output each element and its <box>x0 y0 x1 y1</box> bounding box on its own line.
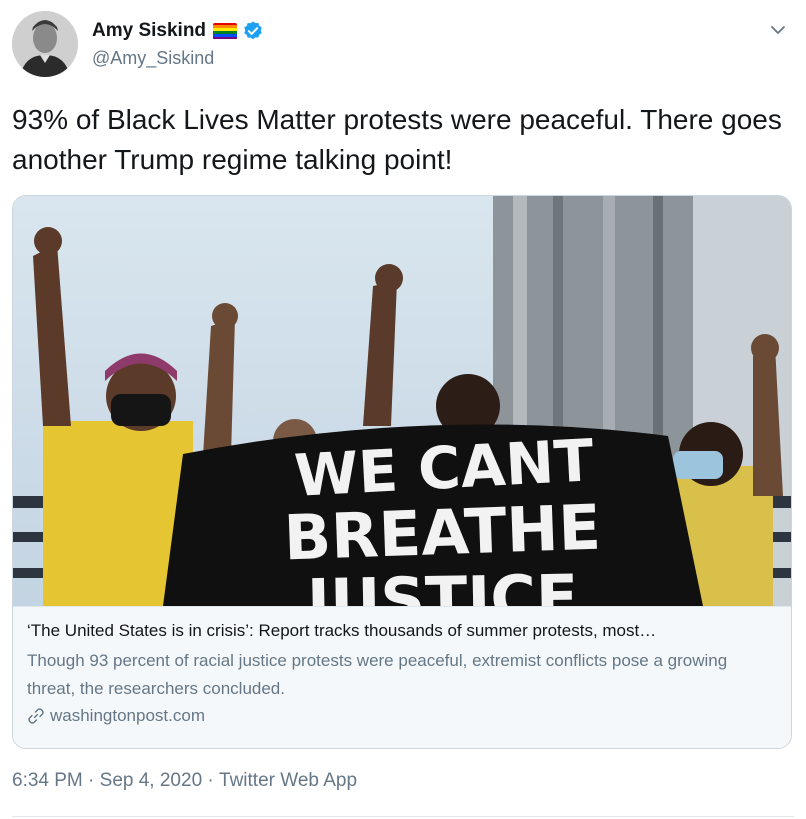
card-domain[interactable]: washingtonpost.com <box>27 704 205 728</box>
card-image[interactable]: WE CANT BREATHE JUSTICE <box>13 196 791 606</box>
link-card[interactable]: WE CANT BREATHE JUSTICE ‘The United Stat… <box>12 195 792 749</box>
divider <box>12 816 794 817</box>
display-name[interactable]: Amy Siskind <box>92 20 206 42</box>
avatar-photo <box>12 11 78 77</box>
avatar[interactable] <box>12 11 78 77</box>
meta-separator: · <box>82 770 100 791</box>
tweet-meta: 6:34 PM · Sep 4, 2020 · Twitter Web App <box>12 770 357 792</box>
verified-badge-icon <box>244 21 262 40</box>
card-body[interactable]: ‘The United States is in crisis’: Report… <box>13 606 791 748</box>
tweet-text: 93% of Black Lives Matter protests were … <box>12 104 782 175</box>
tweet-date[interactable]: Sep 4, 2020 <box>100 770 202 792</box>
meta-separator: · <box>202 770 220 791</box>
handle[interactable]: @Amy_Siskind <box>92 48 214 69</box>
tweet-header: Amy Siskind @Amy_Siskind <box>12 8 794 80</box>
link-icon <box>28 708 44 724</box>
flag-stripe <box>213 36 238 40</box>
name-row: Amy Siskind <box>92 20 264 42</box>
banner-line-3: JUSTICE <box>302 561 579 606</box>
card-domain-label: washingtonpost.com <box>50 706 205 725</box>
tweet-source[interactable]: Twitter Web App <box>219 770 357 792</box>
chevron-down-icon[interactable] <box>768 20 788 40</box>
card-description: Though 93 percent of racial justice prot… <box>27 651 728 698</box>
tweet-time[interactable]: 6:34 PM <box>12 770 83 792</box>
card-title[interactable]: ‘The United States is in crisis’: Report… <box>27 619 779 643</box>
pride-flag-icon <box>213 22 238 40</box>
